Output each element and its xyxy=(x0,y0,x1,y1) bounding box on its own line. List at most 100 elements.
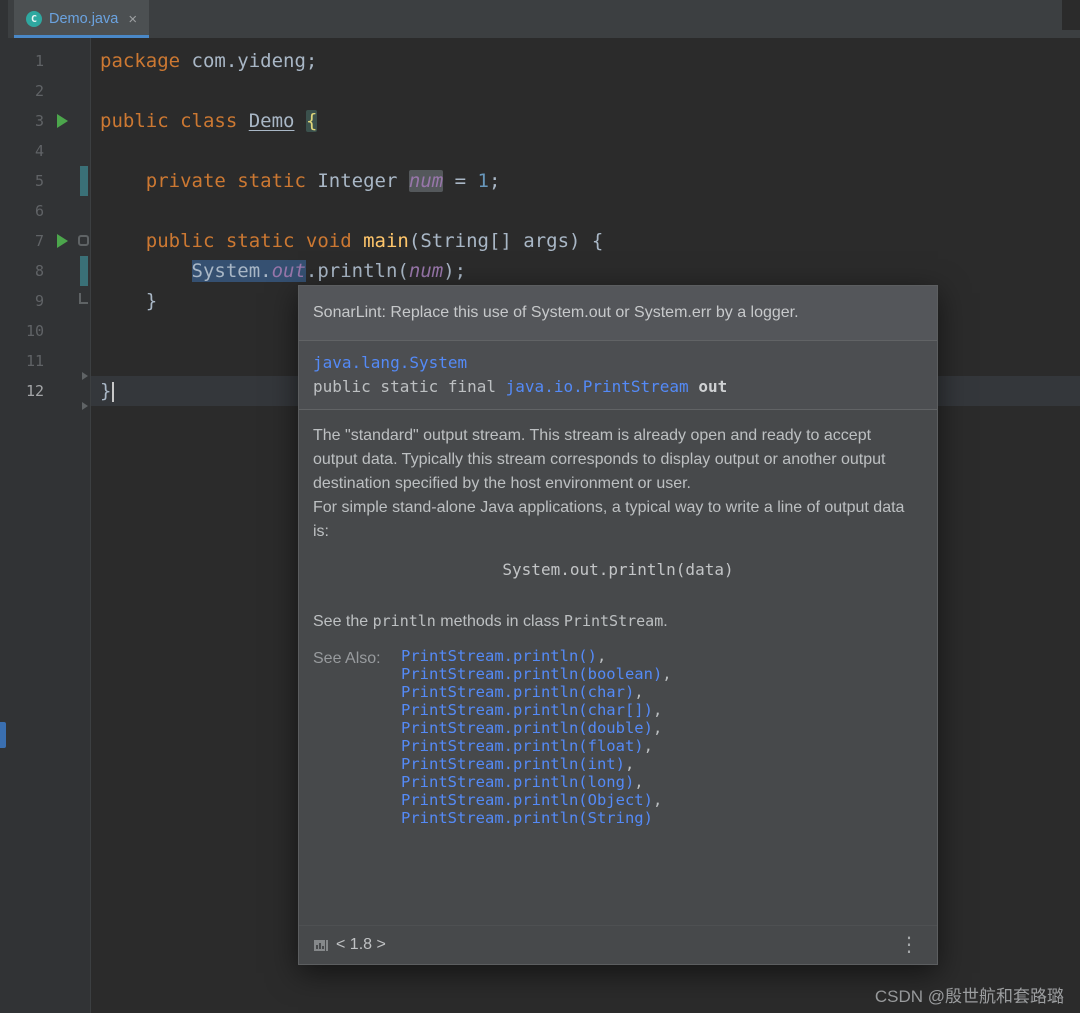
fold-arrow-icon[interactable] xyxy=(82,402,88,410)
doc-footer: < 1.8 > ⋮ xyxy=(299,925,937,964)
gutter-icon-zone xyxy=(44,226,90,256)
watermark-text: CSDN @殷世航和套路璐 xyxy=(874,987,1064,1006)
more-options-icon[interactable]: ⋮ xyxy=(895,935,923,955)
see-also-label: See Also: xyxy=(313,650,381,667)
gutter-icon-zone xyxy=(44,256,90,286)
doc-paragraph: See the println methods in class PrintSt… xyxy=(313,612,668,630)
fold-marker-icon[interactable] xyxy=(78,235,89,246)
editor-gutter[interactable]: 1 2 3 4 5 6 7 8 9 10 11 12 xyxy=(8,38,91,1013)
tab-demo-java[interactable]: C Demo.java × xyxy=(14,0,150,38)
vcs-change-marker xyxy=(80,166,88,196)
see-also-row: PrintStream.println(int), xyxy=(401,755,635,773)
code-line[interactable]: public class Demo { xyxy=(100,106,1080,136)
sonarlint-warning-banner: SonarLint: Replace this use of System.ou… xyxy=(299,286,937,341)
code-line[interactable] xyxy=(100,76,1080,106)
see-also-row: PrintStream.println(float), xyxy=(401,737,653,755)
gutter-row[interactable]: 1 xyxy=(8,46,90,76)
gutter-row[interactable]: 11 xyxy=(8,346,90,376)
gutter-row[interactable]: 4 xyxy=(8,136,90,166)
see-also-link[interactable]: PrintStream.println() xyxy=(401,647,597,665)
vcs-change-marker xyxy=(80,256,88,286)
doc-paragraph: For simple stand-alone Java applications… xyxy=(313,499,905,540)
member-name: out xyxy=(688,377,728,396)
see-also-link[interactable]: PrintStream.println(Object) xyxy=(401,791,653,809)
line-number: 4 xyxy=(34,142,44,160)
library-icon xyxy=(313,938,329,952)
line-number: 11 xyxy=(25,352,44,370)
see-also-row: PrintStream.println(char[]), xyxy=(401,701,663,719)
line-number: 2 xyxy=(34,82,44,100)
modifiers-text: public static final xyxy=(313,377,506,396)
see-also-link[interactable]: PrintStream.println(int) xyxy=(401,755,625,773)
gutter-icon-zone xyxy=(44,166,90,196)
gutter-row[interactable]: 7 xyxy=(8,226,90,256)
tool-window-stripe[interactable] xyxy=(0,0,8,1013)
gutter-row[interactable]: 3 xyxy=(8,106,90,136)
gutter-row[interactable]: 2 xyxy=(8,76,90,106)
see-also-link[interactable]: PrintStream.println(char) xyxy=(401,683,634,701)
see-also-link[interactable]: PrintStream.println(long) xyxy=(401,773,634,791)
inline-code: println xyxy=(372,612,436,630)
code-line[interactable]: package com.yideng; xyxy=(100,46,1080,76)
gutter-icon-zone xyxy=(44,46,90,76)
ide-window: C Demo.java × 1 2 3 4 5 6 7 8 9 10 11 12 package co… xyxy=(0,0,1080,1013)
active-tool-window-indicator xyxy=(0,722,6,748)
editor-corner xyxy=(1062,0,1080,30)
close-tab-icon[interactable]: × xyxy=(128,11,137,28)
java-class-icon: C xyxy=(26,11,42,27)
line-number: 8 xyxy=(34,262,44,280)
see-also-link[interactable]: PrintStream.println(boolean) xyxy=(401,665,662,683)
gutter-row[interactable]: 6 xyxy=(8,196,90,226)
gutter-icon-zone xyxy=(44,106,90,136)
gutter-row[interactable]: 5 xyxy=(8,166,90,196)
fold-end-icon[interactable] xyxy=(79,293,88,304)
code-line[interactable] xyxy=(100,136,1080,166)
doc-description: The "standard" output stream. This strea… xyxy=(299,410,937,827)
class-link[interactable]: java.lang.System xyxy=(313,353,467,372)
gutter-icon-zone xyxy=(44,316,90,346)
jdk-version-text: < 1.8 > xyxy=(336,936,386,953)
see-also-list: PrintStream.println(), PrintStream.printl… xyxy=(401,647,672,827)
see-also-row: PrintStream.println(), xyxy=(401,647,607,665)
code-line[interactable]: private static Integer num = 1; xyxy=(100,166,1080,196)
gutter-row[interactable]: 12 xyxy=(8,372,90,410)
line-number: 3 xyxy=(34,112,44,130)
gutter-icon-zone xyxy=(44,372,90,410)
inline-code: PrintStream xyxy=(563,612,664,630)
see-also-row: PrintStream.println(long), xyxy=(401,773,644,791)
gutter-icon-zone xyxy=(44,76,90,106)
type-link[interactable]: java.io.PrintStream xyxy=(506,377,689,396)
see-also-row: PrintStream.println(double), xyxy=(401,719,663,737)
see-also-link[interactable]: PrintStream.println(String) xyxy=(401,809,653,827)
run-icon[interactable] xyxy=(57,114,68,128)
code-example: System.out.println(data) xyxy=(502,560,734,579)
see-also-row: PrintStream.println(Object), xyxy=(401,791,663,809)
fold-arrow-icon[interactable] xyxy=(82,372,88,380)
gutter-icon-zone xyxy=(44,136,90,166)
code-line[interactable]: public static void main(String[] args) { xyxy=(100,226,1080,256)
see-also-row: PrintStream.println(char), xyxy=(401,683,644,701)
jdk-version-switcher[interactable]: < 1.8 > xyxy=(313,936,386,954)
gutter-row[interactable]: 9 xyxy=(8,286,90,316)
sonarlint-text: SonarLint: Replace this use of System.ou… xyxy=(313,304,799,321)
gutter-row[interactable]: 8 xyxy=(8,256,90,286)
line-number: 1 xyxy=(34,52,44,70)
text-caret xyxy=(112,381,115,402)
see-also-row: PrintStream.println(String) xyxy=(401,809,672,827)
line-number: 9 xyxy=(34,292,44,310)
see-also-link[interactable]: PrintStream.println(float) xyxy=(401,737,644,755)
line-number: 12 xyxy=(25,382,44,400)
line-number: 10 xyxy=(25,322,44,340)
run-icon[interactable] xyxy=(57,234,68,248)
doc-paragraph: The "standard" output stream. This strea… xyxy=(313,427,886,492)
tab-label: Demo.java xyxy=(49,11,119,27)
line-number: 7 xyxy=(34,232,44,250)
code-line[interactable]: System.out.println(num); xyxy=(100,256,1080,286)
see-also-link[interactable]: PrintStream.println(double) xyxy=(401,719,653,737)
line-number: 5 xyxy=(34,172,44,190)
gutter-row[interactable]: 10 xyxy=(8,316,90,346)
line-number: 6 xyxy=(34,202,44,220)
gutter-icon-zone xyxy=(44,196,90,226)
see-also-link[interactable]: PrintStream.println(char[]) xyxy=(401,701,653,719)
code-line[interactable] xyxy=(100,196,1080,226)
